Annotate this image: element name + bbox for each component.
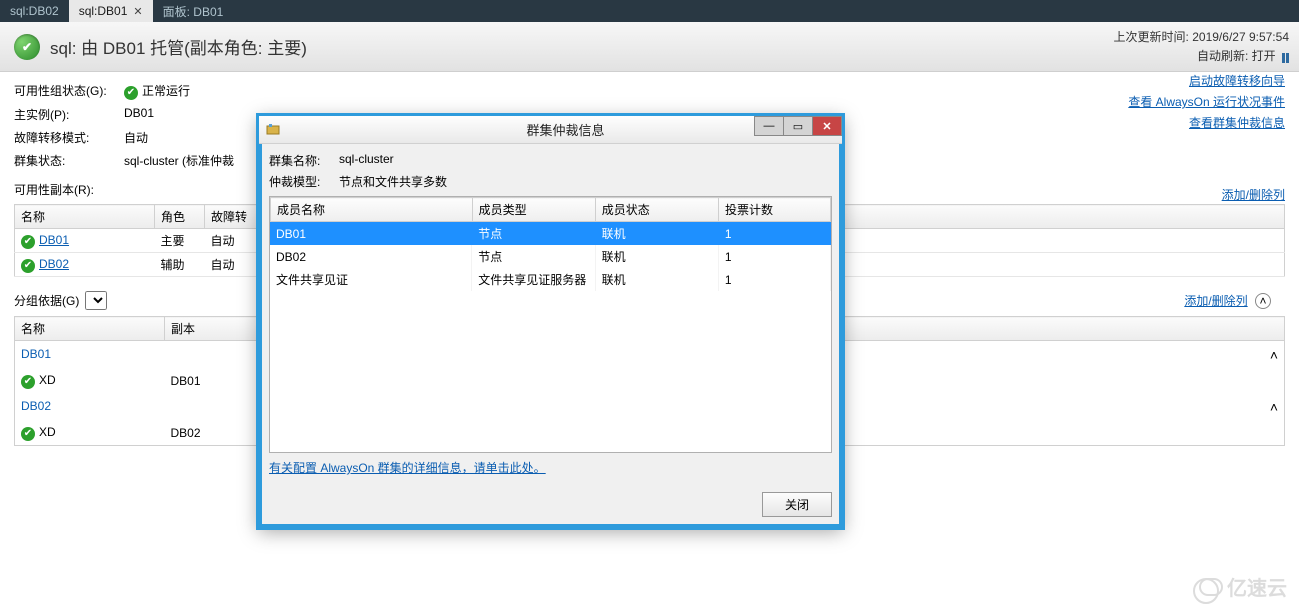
primary-value: DB01	[124, 106, 154, 123]
check-icon: ✔	[21, 375, 35, 389]
quorum-model-value: 节点和文件共享多数	[339, 173, 447, 190]
tab-label: sql:DB01	[79, 4, 128, 18]
auto-refresh-value: 打开	[1252, 49, 1276, 63]
close-button[interactable]: ✕	[812, 116, 842, 136]
auto-refresh-label: 自动刷新:	[1197, 49, 1248, 63]
chevron-up-icon[interactable]: ˄	[1270, 347, 1278, 363]
quorum-dialog: 群集仲裁信息 — ▭ ✕ 群集名称: sql-cluster 仲裁模型: 节点和…	[258, 115, 843, 528]
tab-sql-db02[interactable]: sql:DB02	[0, 0, 69, 22]
link-failover-wizard[interactable]: 启动故障转移向导	[1128, 72, 1285, 89]
link-config-docs[interactable]: 有关配置 AlwaysOn 群集的详细信息，请单击此处。	[269, 461, 546, 475]
cell-member-type: 节点	[472, 245, 595, 268]
watermark-logo-icon	[1199, 578, 1223, 596]
replica-link[interactable]: DB01	[39, 233, 69, 247]
quorum-model-label: 仲裁模型:	[269, 173, 339, 190]
link-health-events[interactable]: 查看 AlwaysOn 运行状况事件	[1128, 93, 1285, 110]
status-ok-icon: ✔	[14, 34, 40, 60]
failover-mode-value: 自动	[124, 129, 148, 146]
page-title: sql: 由 DB01 托管(副本角色: 主要)	[50, 34, 307, 59]
cell-vote: 1	[718, 245, 830, 268]
app-icon	[265, 122, 281, 138]
link-add-remove-cols-2[interactable]: 添加/删除列	[1184, 294, 1247, 308]
close-dialog-button[interactable]: 关闭	[762, 492, 832, 517]
chevron-up-icon[interactable]: ˄	[1270, 399, 1278, 415]
dialog-body: 群集名称: sql-cluster 仲裁模型: 节点和文件共享多数 成员名称 成…	[259, 144, 842, 527]
cell-vote: 1	[718, 222, 830, 245]
header-strip: ✔ sql: 由 DB01 托管(副本角色: 主要) 上次更新时间: 2019/…	[0, 22, 1299, 72]
table-row[interactable]: DB02 节点 联机 1	[270, 245, 831, 268]
cell-member-type: 文件共享见证服务器	[472, 268, 595, 291]
cell-member-state: 联机	[595, 222, 718, 245]
col-member-state[interactable]: 成员状态	[595, 198, 718, 222]
check-icon: ✔	[21, 235, 35, 249]
cell-member-name: DB02	[270, 245, 472, 268]
header-meta: 上次更新时间: 2019/6/27 9:57:54 自动刷新: 打开	[1114, 28, 1289, 66]
cluster-members-table: 成员名称 成员类型 成员状态 投票计数 DB01 节点 联机 1 DB02 节点…	[269, 196, 832, 453]
check-icon: ✔	[124, 86, 138, 100]
last-update-label: 上次更新时间:	[1114, 30, 1189, 44]
watermark-text: 亿速云	[1227, 572, 1287, 601]
cell-role: 辅助	[155, 253, 205, 277]
cell-member-type: 节点	[472, 222, 595, 245]
groupby-label: 分组依据(G)	[14, 292, 79, 309]
right-links: 启动故障转移向导 查看 AlwaysOn 运行状况事件 查看群集仲裁信息	[1128, 72, 1285, 135]
link-add-remove-cols-1[interactable]: 添加/删除列	[1222, 186, 1285, 203]
cluster-state-value: sql-cluster (标准仲裁	[124, 152, 234, 169]
db-name: XD	[39, 425, 56, 439]
cell-vote: 1	[718, 268, 830, 291]
replica-link[interactable]: DB02	[39, 257, 69, 271]
last-update-value: 2019/6/27 9:57:54	[1192, 30, 1289, 44]
avail-state-value: 正常运行	[142, 84, 190, 98]
title-bar[interactable]: 群集仲裁信息 — ▭ ✕	[259, 116, 842, 144]
row-cluster-name: 群集名称: sql-cluster	[269, 152, 832, 169]
cluster-state-label: 群集状态:	[14, 152, 124, 169]
cell-role: 主要	[155, 229, 205, 253]
db-name: XD	[39, 373, 56, 387]
col-member-type[interactable]: 成员类型	[472, 198, 595, 222]
col-member-name[interactable]: 成员名称	[271, 198, 473, 222]
expand-up-icon[interactable]: ˄	[1255, 293, 1271, 309]
table-row[interactable]: DB01 节点 联机 1	[270, 222, 831, 245]
minimize-button[interactable]: —	[754, 116, 784, 136]
cell-member-name: DB01	[270, 222, 472, 245]
pause-icon[interactable]	[1279, 52, 1289, 62]
col-name[interactable]: 名称	[15, 317, 165, 341]
check-icon: ✔	[21, 259, 35, 273]
table-row[interactable]: 文件共享见证 文件共享见证服务器 联机 1	[270, 268, 831, 291]
col-role[interactable]: 角色	[155, 205, 205, 229]
close-icon[interactable]: ✕	[133, 5, 142, 18]
row-quorum-model: 仲裁模型: 节点和文件共享多数	[269, 173, 832, 190]
group-header-label: DB01	[21, 347, 51, 361]
watermark: 亿速云	[1199, 572, 1287, 601]
col-vote-count[interactable]: 投票计数	[718, 198, 830, 222]
cell-member-name: 文件共享见证	[270, 268, 472, 291]
cell-member-state: 联机	[595, 268, 718, 291]
maximize-button[interactable]: ▭	[783, 116, 813, 136]
avail-state-label: 可用性组状态(G):	[14, 82, 124, 100]
primary-label: 主实例(P):	[14, 106, 124, 123]
check-icon: ✔	[21, 427, 35, 441]
group-header-label: DB02	[21, 399, 51, 413]
tabs-bar: sql:DB02 sql:DB01 ✕ 面板: DB01	[0, 0, 1299, 22]
cluster-name-value: sql-cluster	[339, 152, 394, 169]
tab-panel-db01[interactable]: 面板: DB01	[153, 0, 234, 22]
failover-mode-label: 故障转移模式:	[14, 129, 124, 146]
groupby-select[interactable]	[85, 291, 107, 310]
col-name[interactable]: 名称	[15, 205, 155, 229]
tab-sql-db01[interactable]: sql:DB01 ✕	[69, 0, 153, 22]
link-quorum-info[interactable]: 查看群集仲裁信息	[1128, 114, 1285, 131]
cluster-name-label: 群集名称:	[269, 152, 339, 169]
row-avail-state: 可用性组状态(G): ✔ 正常运行	[14, 82, 1285, 100]
cell-member-state: 联机	[595, 245, 718, 268]
